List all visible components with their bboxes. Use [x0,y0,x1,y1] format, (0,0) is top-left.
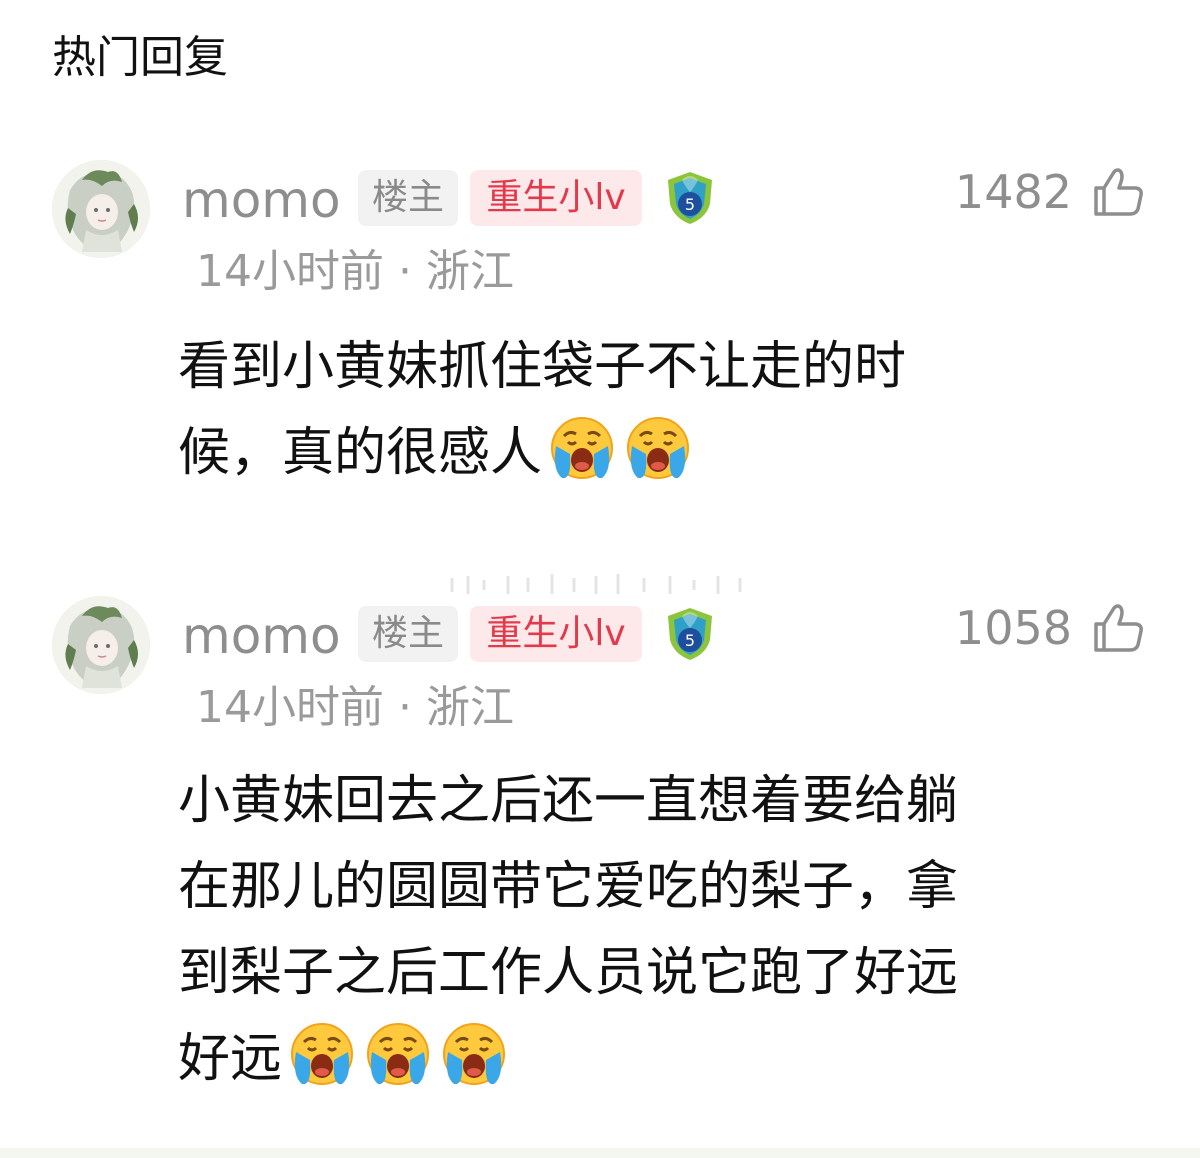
fan-tag: 重生小lv [470,170,642,226]
avatar[interactable] [52,160,150,258]
comment-location: 浙江 [426,246,514,297]
crying-face-emoji [551,417,614,479]
comment-text-line-with-emoji: 候，真的很感人 [178,410,1108,496]
comment-text: 看到小黄妹抓住袋子不让走的时 候，真的很感人 [178,324,1108,496]
comment-time: 14小时前 [196,682,384,733]
crying-face-emoji [291,1023,354,1085]
username[interactable]: momo [182,604,341,668]
comment-text-line-with-emoji: 好远 [178,1016,1108,1102]
comment-text-line: 好远 [178,1029,283,1089]
comment-text-line: 在那儿的圆圆带它爱吃的梨子，拿 [178,857,959,917]
comment-text-line: 候，真的很感人 [178,423,543,483]
crying-face-emoji [367,1023,430,1085]
bottom-bar [0,1148,1200,1158]
section-title: 热门回复 [52,32,228,83]
username[interactable]: momo [182,168,341,232]
divider [450,574,742,594]
crying-face-emoji [627,417,690,479]
crying-face-emoji [443,1023,506,1085]
comment-text-line: 看到小黄妹抓住袋子不让走的时 [178,337,907,397]
comment-meta: 14小时前 · 浙江 [196,244,514,300]
comment-time: 14小时前 [196,246,384,297]
comment-item: momo 楼主 重生小lv 5 1482 14小时前 · 浙江 看到小黄妹抓住袋子不… [0,160,1200,500]
op-tag: 楼主 [358,170,458,226]
comment-location: 浙江 [426,682,514,733]
like-count: 1058 [954,601,1072,655]
level-shield-icon: 5 [664,606,716,662]
comment-text-line: 小黄妹回去之后还一直想着要给躺 [178,771,959,831]
fan-tag: 重生小lv [470,606,642,662]
meta-separator: · [398,682,412,733]
op-tag: 楼主 [358,606,458,662]
comment-item: momo 楼主 重生小lv 5 1058 14小时前 · 浙江 小黄妹回去之后还一直… [0,596,1200,1116]
comment-text: 小黄妹回去之后还一直想着要给躺 在那儿的圆圆带它爱吃的梨子，拿 到梨子之后工作人… [178,758,1108,1102]
comment-text-line: 到梨子之后工作人员说它跑了好远 [178,943,959,1003]
thumbs-up-icon[interactable] [1090,164,1146,220]
avatar[interactable] [52,596,150,694]
meta-separator: · [398,246,412,297]
like-count: 1482 [954,165,1072,219]
level-shield-icon: 5 [664,170,716,226]
level-number: 5 [685,631,695,650]
level-number: 5 [685,195,695,214]
thumbs-up-icon[interactable] [1090,600,1146,656]
comment-meta: 14小时前 · 浙江 [196,680,514,736]
